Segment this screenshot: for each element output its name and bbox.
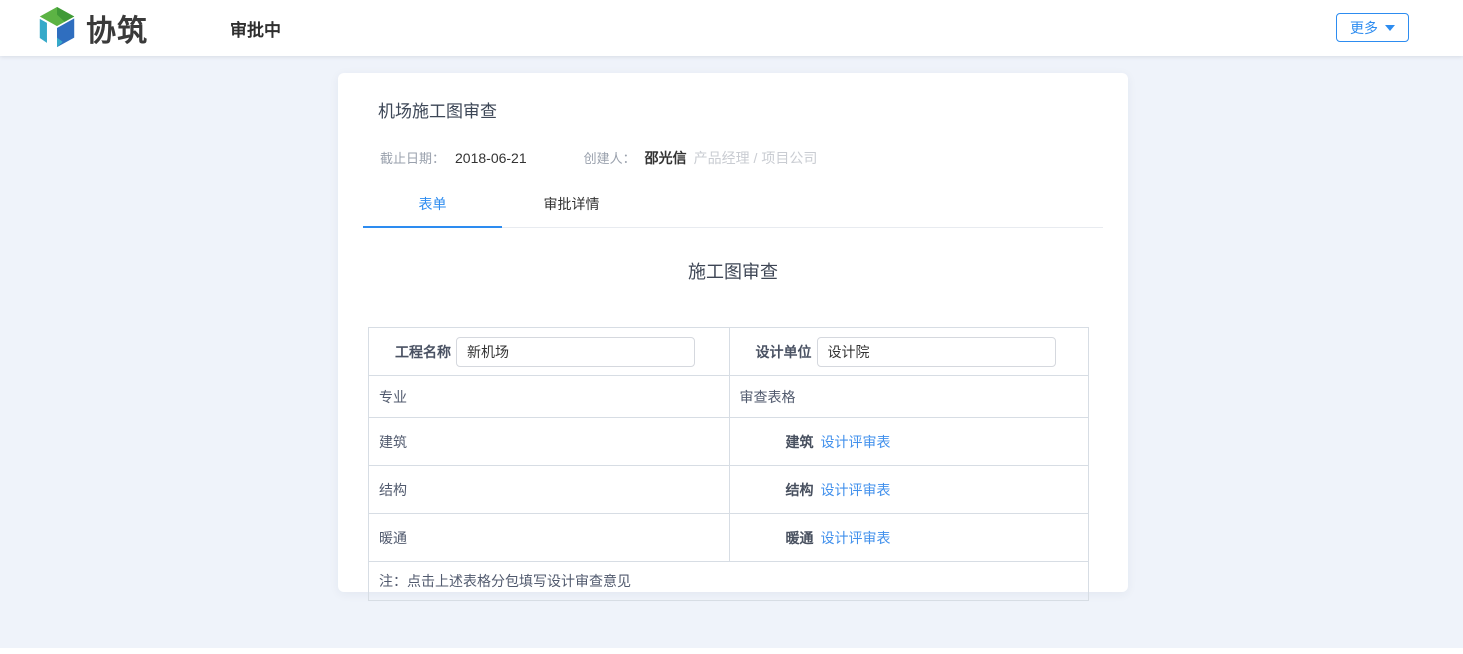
page-title: 审批中 [230, 16, 281, 41]
creator-name: 邵光信 [645, 148, 687, 168]
col-header-specialty: 专业 [369, 375, 729, 417]
design-review-link[interactable]: 设计评审表 [821, 432, 891, 452]
review-form-name: 暖通 [786, 528, 814, 548]
caret-down-icon [1385, 25, 1395, 31]
col-header-review-form: 审查表格 [729, 375, 1089, 417]
specialty-cell: 暖通 [369, 513, 729, 561]
more-button[interactable]: 更多 [1336, 13, 1409, 42]
design-review-link[interactable]: 设计评审表 [821, 528, 891, 548]
deadline-value: 2018-06-21 [455, 150, 527, 166]
approval-meta: 截止日期： 2018-06-21 创建人： 邵光信 产品经理 / 项目公司 [380, 148, 1088, 168]
review-form-cell: 结构 设计评审表 [729, 465, 1089, 513]
review-form-table: 工程名称 设计单位 专业 审查表格 建筑 建筑 设计评审表 结构 结构 设计评审… [368, 327, 1089, 601]
tab-bar: 表单 审批详情 [363, 184, 1103, 228]
project-name-input[interactable] [456, 337, 695, 367]
table-note: 注：点击上述表格分包填写设计审查意见 [369, 561, 1088, 600]
review-form-name: 建筑 [786, 432, 814, 452]
specialty-cell: 结构 [369, 465, 729, 513]
project-name-cell: 工程名称 [369, 328, 729, 375]
project-name-label: 工程名称 [395, 342, 451, 362]
approval-title: 机场施工图审查 [338, 73, 1128, 122]
bottom-strip [0, 648, 1463, 654]
specialty-cell: 建筑 [369, 417, 729, 465]
tab-form[interactable]: 表单 [363, 184, 502, 228]
app-header: 协筑 审批中 更多 [0, 0, 1463, 56]
form-title: 施工图审查 [338, 258, 1128, 284]
creator-role: 产品经理 / 项目公司 [694, 148, 818, 168]
design-unit-cell: 设计单位 [729, 328, 1089, 375]
brand-logo-icon [34, 6, 80, 50]
design-unit-label: 设计单位 [756, 342, 812, 362]
design-unit-input[interactable] [817, 337, 1056, 367]
review-form-cell: 建筑 设计评审表 [729, 417, 1089, 465]
approval-card: 机场施工图审查 截止日期： 2018-06-21 创建人： 邵光信 产品经理 /… [338, 73, 1128, 592]
more-button-label: 更多 [1350, 18, 1378, 38]
review-form-cell: 暖通 设计评审表 [729, 513, 1089, 561]
deadline-label: 截止日期： [380, 148, 445, 167]
brand-name: 协筑 [86, 6, 148, 50]
screen: 协筑 审批中 更多 机场施工图审查 截止日期： 2018-06-21 创建人： … [0, 0, 1463, 654]
review-form-name: 结构 [786, 480, 814, 500]
brand: 协筑 [34, 6, 148, 50]
creator-label: 创建人： [584, 148, 636, 167]
design-review-link[interactable]: 设计评审表 [821, 480, 891, 500]
tab-approval-detail[interactable]: 审批详情 [502, 184, 641, 227]
